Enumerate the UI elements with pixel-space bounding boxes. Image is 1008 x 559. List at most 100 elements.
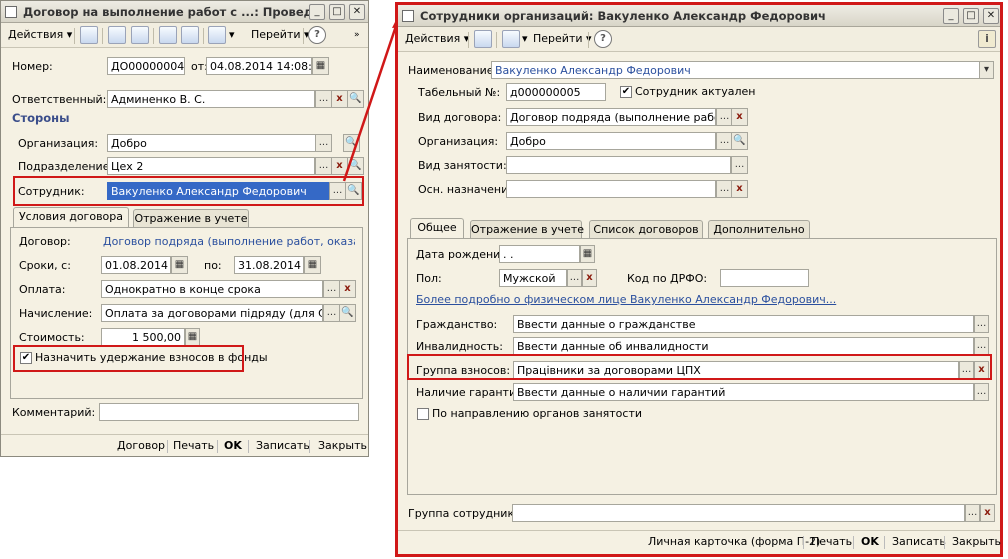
actions-menu[interactable]: Действия ▾ — [5, 26, 75, 45]
select-button[interactable]: ... — [974, 315, 989, 333]
structure-dropdown[interactable]: ▾ — [519, 30, 531, 49]
help-icon[interactable]: ? — [594, 30, 612, 48]
clear-icon[interactable]: x — [331, 157, 348, 175]
employee-group-field[interactable] — [512, 504, 965, 522]
save-button[interactable]: Записать — [892, 535, 946, 548]
sex-field[interactable]: Мужской — [499, 269, 567, 287]
number-field[interactable]: ДО00000004 — [107, 57, 185, 75]
search-icon[interactable]: 🔍 — [343, 134, 360, 152]
select-button[interactable]: ... — [323, 304, 340, 322]
select-button[interactable]: ... — [567, 269, 582, 287]
close-icon[interactable]: ✕ — [983, 8, 999, 24]
unpost-icon[interactable] — [181, 26, 199, 44]
maximize-icon[interactable]: □ — [329, 4, 345, 20]
clear-icon[interactable]: x — [731, 108, 748, 126]
disability-field[interactable]: Ввести данные об инвалидности — [513, 337, 974, 355]
citizenship-field[interactable]: Ввести данные о гражданстве — [513, 315, 974, 333]
department-field[interactable]: Цех 2 — [107, 157, 315, 175]
ok-button[interactable]: OK — [224, 439, 242, 452]
select-button[interactable]: ... — [731, 156, 748, 174]
select-button[interactable]: ... — [315, 134, 332, 152]
tab-number-field[interactable]: д000000005 — [506, 83, 606, 101]
chevron-down-icon[interactable]: ▾ — [979, 61, 994, 79]
ok-button[interactable]: OK — [861, 535, 879, 548]
date-to-field[interactable]: 31.08.2014 — [234, 256, 304, 274]
tab-accounting[interactable]: Отражение в учете — [133, 209, 249, 228]
select-button[interactable]: ... — [315, 90, 332, 108]
select-button[interactable]: ... — [315, 157, 332, 175]
guarantees-field[interactable]: Ввести данные о наличии гарантий — [513, 383, 974, 401]
drfo-field[interactable] — [720, 269, 809, 287]
close-button[interactable]: Закрыть — [952, 535, 1001, 548]
select-button[interactable]: ... — [974, 337, 989, 355]
more-details-link[interactable]: Более подробно о физическом лице Вакулен… — [416, 293, 836, 306]
search-icon[interactable]: 🔍 — [339, 304, 356, 322]
close-icon[interactable]: ✕ — [349, 4, 365, 20]
refresh-icon[interactable] — [108, 26, 126, 44]
print-button[interactable]: Печать — [811, 535, 852, 548]
personal-card-button[interactable]: Личная карточка (форма П-2) — [648, 535, 820, 548]
payment-field[interactable]: Однократно в конце срока — [101, 280, 323, 298]
minimize-icon[interactable]: _ — [309, 4, 325, 20]
select-button[interactable]: ... — [974, 383, 989, 401]
minimize-icon[interactable]: _ — [943, 8, 959, 24]
print-button[interactable]: Печать — [173, 439, 214, 452]
separator — [153, 28, 154, 44]
structure-dropdown[interactable]: ▾ — [226, 26, 238, 45]
calendar-icon[interactable]: ▦ — [580, 245, 595, 263]
structure-icon[interactable] — [208, 26, 226, 44]
structure-icon[interactable] — [502, 30, 520, 48]
birth-date-field[interactable]: . . — [499, 245, 580, 263]
tab-additional[interactable]: Дополнительно — [708, 220, 810, 239]
actual-checkbox[interactable]: ✔ — [620, 86, 632, 98]
comment-field[interactable] — [99, 403, 359, 421]
employment-label: По направлению органов занятости — [432, 407, 642, 420]
back-icon[interactable] — [80, 26, 98, 44]
purpose-field[interactable] — [506, 180, 716, 198]
actions-menu[interactable]: Действия ▾ — [402, 30, 472, 49]
organization-field[interactable]: Добро — [107, 134, 331, 152]
date-field[interactable]: 04.08.2014 14:08:05 — [206, 57, 312, 75]
save-button[interactable]: Записать — [256, 439, 310, 452]
back-icon[interactable] — [474, 30, 492, 48]
maximize-icon[interactable]: □ — [963, 8, 979, 24]
close-button[interactable]: Закрыть — [318, 439, 367, 452]
more-icon[interactable]: » — [351, 26, 363, 45]
clear-icon[interactable]: x — [582, 269, 597, 287]
calendar-icon[interactable]: ▦ — [171, 256, 188, 274]
calendar-icon[interactable]: ▦ — [312, 57, 329, 75]
cost-field[interactable]: 1 500,00 — [101, 328, 185, 346]
name-field[interactable]: Вакуленко Александр Федорович — [491, 61, 981, 79]
search-icon[interactable]: 🔍 — [731, 132, 748, 150]
contract-link[interactable]: Договор подряда (выполнение работ, оказа… — [103, 235, 355, 248]
clear-icon[interactable]: x — [731, 180, 748, 198]
goto-menu[interactable]: Перейти ▾ — [530, 30, 595, 49]
post-icon[interactable] — [159, 26, 177, 44]
tab-accounting[interactable]: Отражение в учете — [470, 220, 584, 239]
separator — [944, 536, 945, 549]
employment-checkbox[interactable] — [417, 408, 429, 420]
help-icon[interactable]: ? — [308, 26, 326, 44]
contract-button[interactable]: Договор — [117, 439, 165, 452]
tab-contracts[interactable]: Список договоров — [589, 220, 703, 239]
accrual-field[interactable]: Оплата за договорами підряду (для СПД) — [101, 304, 323, 322]
tab-conditions[interactable]: Условия договора — [13, 207, 129, 228]
employment-type-field[interactable] — [506, 156, 731, 174]
copy-icon[interactable] — [131, 26, 149, 44]
clear-icon[interactable]: x — [331, 90, 348, 108]
separator — [102, 28, 103, 44]
date-from-field[interactable]: 01.08.2014 — [101, 256, 171, 274]
search-icon[interactable]: 🔍 — [347, 157, 364, 175]
clear-icon[interactable]: x — [339, 280, 356, 298]
select-button[interactable]: ... — [965, 504, 980, 522]
select-button[interactable]: ... — [323, 280, 340, 298]
contract-type-field[interactable]: Договор подряда (выполнение работ, о — [506, 108, 716, 126]
info-icon[interactable]: i — [978, 30, 996, 48]
responsible-field[interactable]: Админенко В. С. — [107, 90, 315, 108]
organization-field[interactable]: Добро — [506, 132, 716, 150]
tab-general[interactable]: Общее — [410, 218, 464, 239]
calendar-icon[interactable]: ▦ — [304, 256, 321, 274]
search-icon[interactable]: 🔍 — [347, 90, 364, 108]
clear-icon[interactable]: x — [980, 504, 995, 522]
calculator-icon[interactable]: ▦ — [185, 328, 200, 346]
